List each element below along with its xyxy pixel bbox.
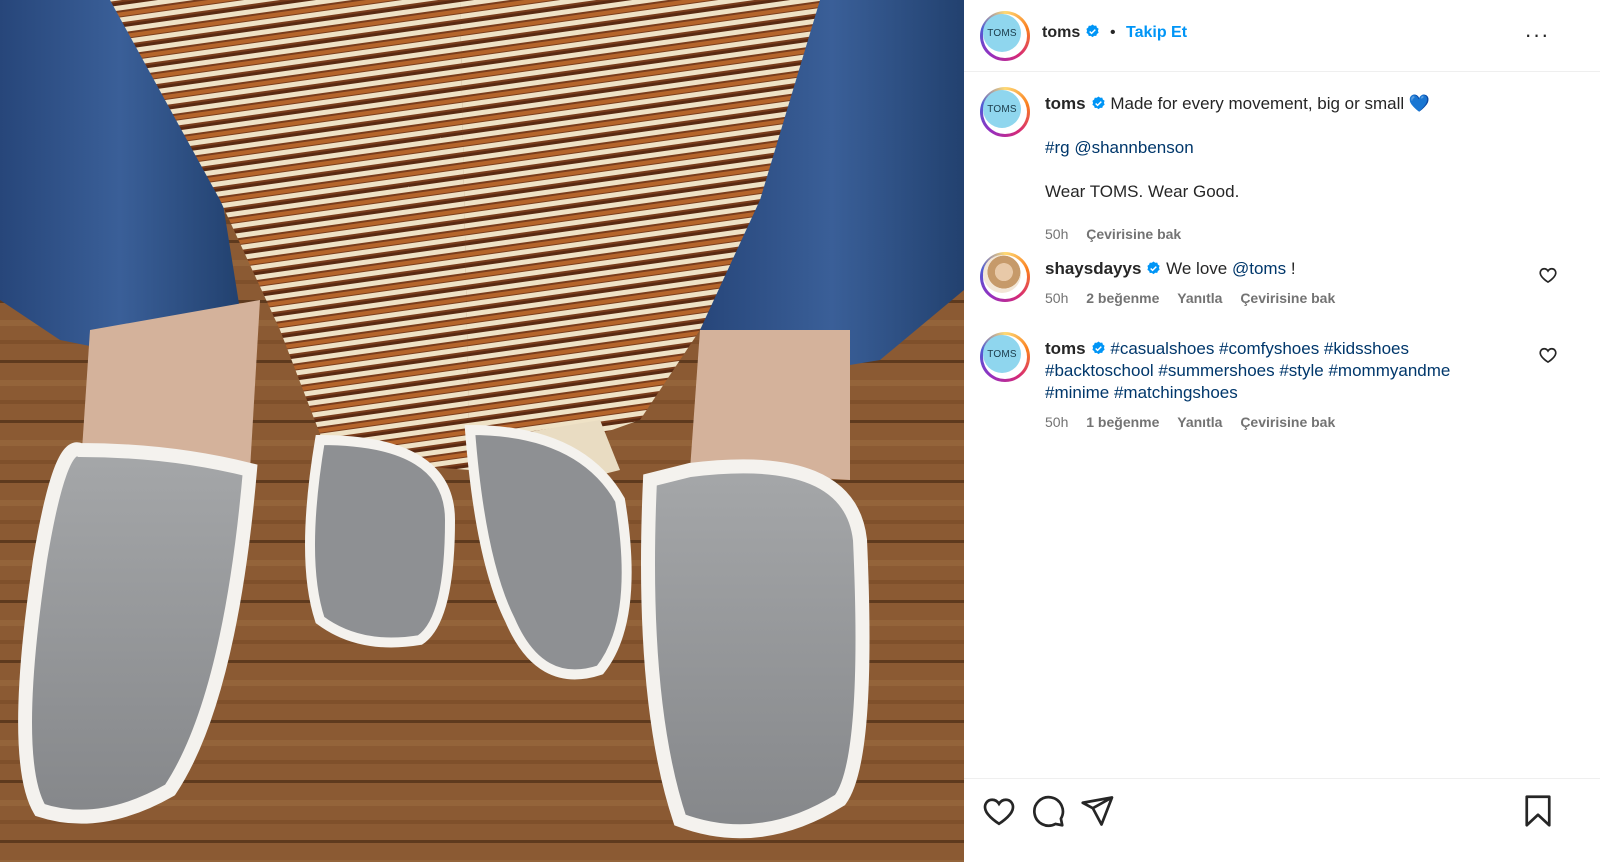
likes-count[interactable]: 2 beğenme — [1086, 290, 1159, 306]
heart-icon[interactable] — [981, 793, 1017, 829]
translate-link[interactable]: Çevirisine bak — [1240, 290, 1335, 306]
comment-text: shaysdayys We love @toms ! — [1045, 259, 1296, 278]
comment-username[interactable]: shaysdayys — [1045, 259, 1141, 278]
separator-dot: • — [1110, 24, 1116, 41]
user-photo — [983, 255, 1021, 293]
likes-count[interactable]: 1 beğenme — [1086, 414, 1159, 430]
toms-logo: TOMS — [983, 335, 1021, 373]
caption-line3: Wear TOMS. Wear Good. — [1045, 182, 1240, 201]
comment-meta: 50h 1 beğenme Yanıtla Çevirisine bak — [1045, 414, 1349, 430]
comment-meta: 50h 2 beğenme Yanıtla Çevirisine bak — [1045, 290, 1349, 306]
comments-list[interactable]: TOMS toms Made for every movement, big o… — [964, 72, 1600, 778]
avatar[interactable] — [980, 252, 1030, 302]
share-icon[interactable] — [1079, 793, 1115, 829]
avatar[interactable]: TOMS — [980, 332, 1030, 382]
toms-logo: TOMS — [983, 90, 1021, 128]
avatar[interactable]: TOMS — [980, 11, 1030, 61]
reply-button[interactable]: Yanıtla — [1177, 290, 1222, 306]
verified-badge-icon — [1147, 261, 1160, 275]
comment-icon[interactable] — [1030, 793, 1066, 829]
hashtag-link[interactable]: #rg — [1045, 138, 1070, 157]
comment-username[interactable]: toms — [1045, 339, 1086, 358]
timestamp[interactable]: 50h — [1045, 226, 1068, 242]
follow-button[interactable]: Takip Et — [1126, 24, 1187, 42]
caption-meta: 50h Çevirisine bak — [1045, 226, 1195, 242]
caption-username[interactable]: toms — [1045, 94, 1086, 113]
comment-like-heart-icon[interactable] — [1538, 265, 1558, 285]
hashtag-links[interactable]: #backtoschool #summershoes #style #mommy… — [1045, 360, 1485, 382]
post-photo[interactable] — [0, 0, 964, 862]
timestamp[interactable]: 50h — [1045, 290, 1068, 306]
translate-link[interactable]: Çevirisine bak — [1086, 226, 1181, 242]
mention-link[interactable]: @shannbenson — [1074, 138, 1193, 157]
hashtag-links[interactable]: #minime #matchingshoes — [1045, 382, 1485, 404]
caption-line1: Made for every movement, big or small 💙 — [1110, 94, 1431, 113]
mention-link[interactable]: @toms — [1232, 259, 1286, 278]
header-username[interactable]: toms — [1042, 24, 1100, 42]
toms-logo: TOMS — [983, 14, 1021, 52]
comment-like-heart-icon[interactable] — [1538, 345, 1558, 365]
comment-text: toms #casualshoes #comfyshoes #kidsshoes… — [1045, 338, 1485, 404]
post-actions-bar — [964, 778, 1600, 862]
translate-link[interactable]: Çevirisine bak — [1240, 414, 1335, 430]
more-options-icon[interactable]: ··· — [1522, 20, 1552, 50]
post-header: TOMS toms • Takip Et ··· — [964, 0, 1600, 72]
verified-badge-icon — [1092, 96, 1105, 110]
timestamp[interactable]: 50h — [1045, 414, 1068, 430]
hashtag-links[interactable]: #casualshoes #comfyshoes #kidsshoes — [1110, 339, 1409, 358]
reply-button[interactable]: Yanıtla — [1177, 414, 1222, 430]
bookmark-icon[interactable] — [1520, 793, 1556, 829]
post-image — [0, 0, 964, 862]
verified-badge-icon — [1086, 24, 1099, 38]
caption-text: toms Made for every movement, big or sma… — [1045, 93, 1485, 203]
avatar[interactable]: TOMS — [980, 87, 1030, 137]
verified-badge-icon — [1092, 341, 1105, 355]
post-side-panel: TOMS toms • Takip Et ··· TOMS toms Made … — [964, 0, 1600, 862]
